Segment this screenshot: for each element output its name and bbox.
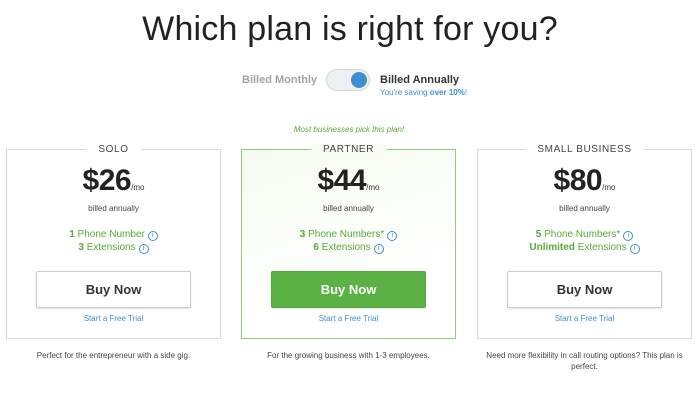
billed-annually-label[interactable]: Billed Annually (380, 74, 459, 86)
buy-now-button[interactable]: Buy Now (507, 271, 662, 308)
info-icon[interactable]: i (387, 231, 398, 241)
plan-name: PARTNER (310, 144, 387, 155)
plan-description: For the growing business with 1-3 employ… (267, 351, 430, 360)
plan-name: SOLO (86, 144, 141, 155)
plan-name: SMALL BUSINESS (525, 144, 644, 155)
page-title: Which plan is right for you? (142, 10, 558, 48)
info-icon[interactable]: i (623, 231, 634, 241)
feature-phone-numbers: 1 Phone Number i (7, 229, 220, 241)
plan-price: $44/mo (317, 164, 380, 197)
plan-card-small-business: SMALL BUSINESS $80/mo billed annually 5 … (477, 144, 692, 339)
feature-extensions: 6 Extensions i (242, 242, 455, 254)
info-icon[interactable]: i (138, 244, 149, 254)
plan-price: $26/mo (82, 164, 145, 197)
feature-extensions: Unlimited Extensions i (478, 242, 691, 254)
plan-card-solo: SOLO $26/mo billed annually 1 Phone Numb… (6, 144, 221, 339)
free-trial-link[interactable]: Start a Free Trial (242, 314, 455, 323)
recommended-note: Most businesses pick this plan! (293, 125, 405, 134)
info-icon[interactable]: i (629, 244, 640, 254)
plan-description: Perfect for the entrepreneur with a side… (36, 351, 191, 360)
plan-description: Need more flexibility in call routing op… (486, 351, 683, 371)
buy-now-button[interactable]: Buy Now (271, 271, 426, 308)
toggle-knob (351, 72, 367, 88)
feature-extensions: 3 Extensions i (7, 242, 220, 254)
billing-note: billed annually (559, 204, 610, 213)
buy-now-button[interactable]: Buy Now (36, 271, 191, 308)
saving-note: You're saving over 10%! (380, 88, 468, 97)
billed-monthly-label[interactable]: Billed Monthly (242, 74, 317, 86)
billing-note: billed annually (88, 204, 139, 213)
billing-toggle[interactable] (326, 69, 370, 91)
plan-card-partner: PARTNER $44/mo billed annually 3 Phone N… (241, 144, 456, 339)
free-trial-link[interactable]: Start a Free Trial (478, 314, 691, 323)
plan-price: $80/mo (553, 164, 616, 197)
saving-highlight: over 10% (429, 88, 465, 97)
info-icon[interactable]: i (147, 231, 158, 241)
billing-period-switch: Billed Monthly Billed Annually You're sa… (0, 68, 700, 102)
feature-phone-numbers: 3 Phone Numbers* i (242, 229, 455, 241)
info-icon[interactable]: i (373, 244, 384, 254)
free-trial-link[interactable]: Start a Free Trial (7, 314, 220, 323)
feature-phone-numbers: 5 Phone Numbers* i (478, 229, 691, 241)
billing-note: billed annually (323, 204, 374, 213)
